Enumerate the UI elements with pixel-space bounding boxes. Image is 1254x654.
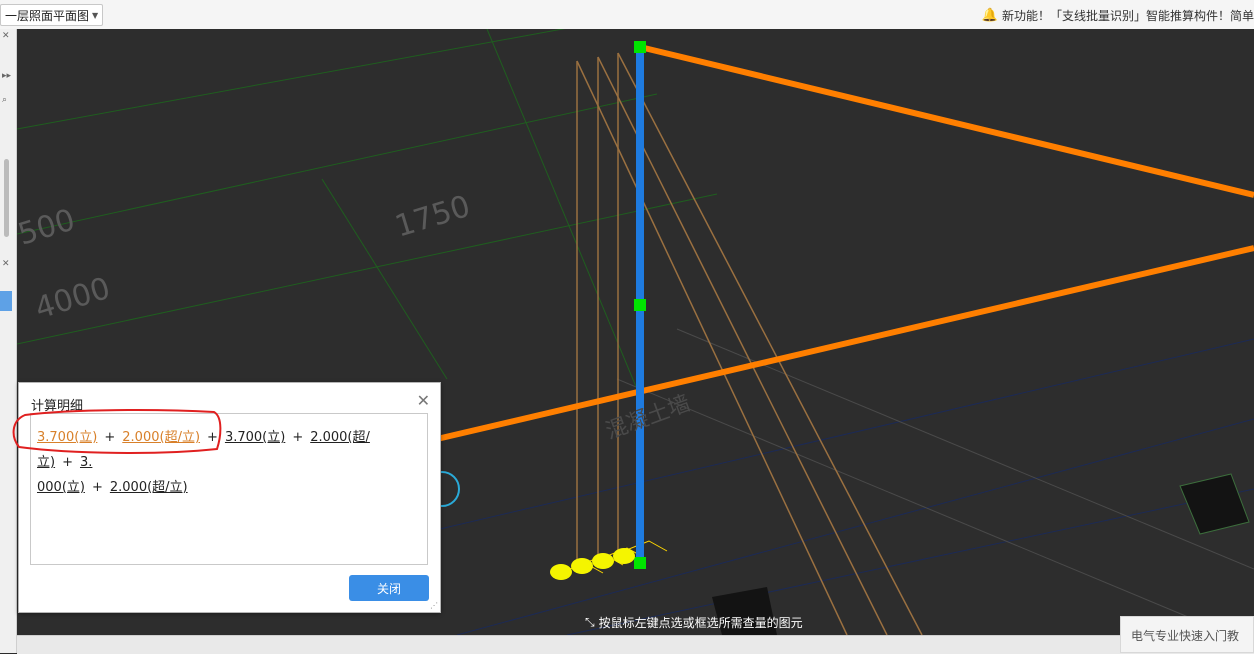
- left-panel-strip: ✕ ▸▸ ⌕ ✕: [0, 29, 17, 653]
- riser-node-top: [634, 41, 646, 53]
- floor-dropdown[interactable]: 一层照面平面图 ▼: [0, 4, 104, 26]
- close-icon[interactable]: ✕: [2, 31, 10, 41]
- dialog-title: 计算明细: [31, 399, 84, 414]
- close-icon[interactable]: ✕: [417, 393, 430, 409]
- resize-grip-icon[interactable]: ⋰: [430, 601, 438, 610]
- shrink-arrows-icon: ⤡: [585, 615, 595, 629]
- riser-node-mid: [634, 299, 646, 311]
- plus-sign: +: [207, 430, 218, 445]
- formula-term[interactable]: 000(立): [37, 480, 85, 495]
- dim-label-1750: 1750: [391, 189, 474, 245]
- light-fixtures[interactable]: [550, 548, 635, 580]
- close-button[interactable]: 关闭: [349, 575, 429, 601]
- plus-sign: +: [292, 430, 304, 445]
- top-toolbar: 一层照面平面图 ▼ 🔔 新功能！「支线批量识别」智能推算构件！简单: [0, 0, 1254, 30]
- bell-icon: 🔔: [981, 8, 998, 23]
- new-feature-notice[interactable]: 🔔 新功能！「支线批量识别」智能推算构件！简单: [982, 7, 1254, 24]
- expand-icon[interactable]: ▸▸: [2, 71, 11, 81]
- status-hint: ⤡ 按鼠标左键点选或框选所需查量的图元: [585, 614, 803, 631]
- riser-node-bottom: [634, 557, 646, 569]
- calculation-detail-dialog: 计算明细 ✕ 3.700(立) +2.000(超/立) +3.700(立) +2.00…: [18, 382, 441, 613]
- equipment-box[interactable]: [1179, 473, 1250, 535]
- help-popup[interactable]: 电气专业快速入门教: [1120, 616, 1254, 653]
- chevron-down-icon: ▼: [92, 10, 99, 20]
- dim-label-500: 500: [17, 202, 79, 252]
- formula-term[interactable]: 3.700(立): [225, 430, 285, 445]
- status-text: 按鼠标左键点选或框选所需查量的图元: [598, 616, 803, 630]
- formula-term[interactable]: 2.000(超/立): [110, 480, 188, 495]
- main-pipes[interactable]: [436, 44, 1254, 442]
- help-text: 电气专业快速入门教: [1131, 629, 1240, 643]
- formula-term[interactable]: 3.: [80, 455, 92, 470]
- dim-label-4000: 4000: [31, 271, 114, 327]
- branch-pipes: [576, 52, 923, 635]
- search-icon[interactable]: ⌕: [2, 95, 7, 105]
- panel-scrollbar[interactable]: [4, 159, 9, 237]
- bottom-bar: [17, 635, 1254, 654]
- notice-text: 新功能！「支线批量识别」智能推算构件！简单: [1001, 9, 1254, 23]
- formula-box: 3.700(立) +2.000(超/立) +3.700(立) +2.000(超/立) +…: [30, 413, 428, 565]
- formula-term[interactable]: 3.700(立): [37, 430, 97, 445]
- plus-sign: +: [104, 430, 116, 445]
- close-icon[interactable]: ✕: [2, 259, 10, 269]
- plus-sign: +: [91, 480, 103, 495]
- axis-grid: [17, 29, 718, 390]
- plus-sign: +: [62, 455, 73, 470]
- selected-panel-row[interactable]: [0, 291, 12, 311]
- floor-dropdown-label: 一层照面平面图: [5, 8, 90, 23]
- formula-term[interactable]: 2.000(超/立): [122, 430, 200, 445]
